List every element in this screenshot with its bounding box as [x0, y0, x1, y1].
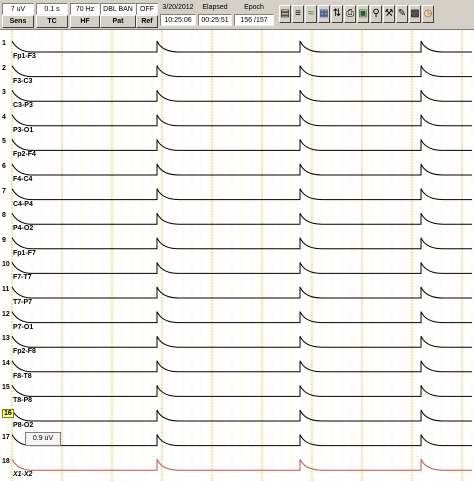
channel-number[interactable]: 2	[2, 65, 6, 72]
channel-number[interactable]: 7	[2, 188, 6, 195]
channel-number[interactable]: 16	[2, 409, 14, 418]
channel-label[interactable]: Fp1-F3	[13, 53, 36, 60]
channel-number[interactable]: 12	[2, 311, 10, 318]
eeg-trace	[11, 188, 472, 201]
channel-number[interactable]: 18	[2, 458, 10, 465]
channel-number[interactable]: 4	[2, 114, 6, 121]
montage-display[interactable]: DBL BAN	[100, 3, 136, 15]
timeconstant-display[interactable]: 0.1 s	[36, 3, 68, 15]
channel-label[interactable]: C3-P3	[13, 102, 33, 109]
channel-label[interactable]: X1-X2	[13, 471, 32, 478]
montage-icon[interactable]: ≡	[292, 5, 304, 23]
channel-label[interactable]: P7-O1	[13, 324, 33, 331]
time-grid	[11, 30, 473, 481]
channel-label[interactable]: Fp2-F8	[13, 348, 36, 355]
elapsed-display: 00:25:51	[198, 14, 232, 26]
channel-labels: 1 Fp1-F3 2 F3-C3 3 C3-P3 4 P3-O1 5 Fp2-F4 6 F4-C4 7 C…	[0, 30, 60, 481]
channel-number[interactable]: 10	[2, 261, 10, 268]
time-display: 10:25:06	[160, 14, 196, 26]
channel-label[interactable]: P8-O2	[13, 422, 33, 429]
channel-number[interactable]: 1	[2, 40, 6, 47]
search-icon[interactable]: ⚲	[370, 5, 382, 23]
elapsed-label: Elapsed	[202, 4, 228, 11]
channel-number[interactable]: 11	[2, 286, 9, 293]
clock-icon[interactable]: ◷	[422, 5, 434, 23]
channel-label[interactable]: C4-P4	[13, 201, 33, 208]
epoch-display[interactable]: 156 /157	[234, 14, 274, 26]
channel-number[interactable]: 5	[2, 138, 6, 145]
eeg-trace	[11, 434, 472, 447]
pat-button[interactable]: Pat	[100, 15, 136, 28]
channel-label[interactable]: F7-T7	[13, 274, 32, 281]
save-icon[interactable]: ▤	[279, 5, 291, 23]
channel-label[interactable]: F8-T8	[13, 373, 32, 380]
notes-icon[interactable]: ✎	[396, 5, 408, 23]
channel-label[interactable]: P4-O2	[13, 225, 33, 232]
eeg-trace	[11, 311, 472, 324]
channel-label[interactable]: T8-P8	[13, 397, 32, 404]
amplitude-tooltip: 0.9 uV	[25, 432, 61, 446]
hf-button[interactable]: HF	[70, 15, 100, 28]
channel-label[interactable]: F3-C3	[13, 78, 32, 85]
highfreq-display[interactable]: 70 Hz	[70, 3, 100, 15]
tools-icon[interactable]: ⚒	[383, 5, 395, 23]
channel-label[interactable]: T7-P7	[13, 299, 32, 306]
grid-icon[interactable]: ▩	[409, 5, 421, 23]
channel-number[interactable]: 17	[2, 434, 10, 441]
sens-button[interactable]: Sens	[2, 15, 34, 28]
ref-display[interactable]: OFF	[136, 3, 158, 15]
date-label: 3/20/2012	[162, 4, 194, 11]
timebase-icon[interactable]: ⇅	[331, 5, 343, 23]
channel-number[interactable]: 6	[2, 163, 6, 170]
epoch-label: Epoch	[244, 4, 264, 11]
channel-number[interactable]: 14	[2, 360, 10, 367]
filter-icon[interactable]: ≈	[305, 5, 317, 23]
sensitivity-display[interactable]: 7 uV	[2, 3, 34, 15]
channel-number[interactable]: 15	[2, 384, 10, 391]
channel-number[interactable]: 8	[2, 212, 6, 219]
channel-label[interactable]: Fp2-F4	[13, 151, 36, 158]
tc-button[interactable]: TC	[36, 15, 68, 28]
print-icon[interactable]: ⎙	[344, 5, 356, 23]
eeg-trace-area[interactable]	[0, 30, 474, 481]
zoom-icon[interactable]: ▣	[357, 5, 369, 23]
channel-number[interactable]: 9	[2, 237, 6, 244]
channel-number[interactable]: 13	[2, 335, 10, 342]
layout-icon[interactable]: ▦	[318, 5, 330, 23]
channel-label[interactable]: P3-O1	[13, 127, 33, 134]
eeg-trace	[11, 65, 472, 78]
toolbar: 7 uV Sens 0.1 s TC 70 Hz HF DBL BAN Pat …	[0, 0, 474, 30]
ref-button[interactable]: Ref	[136, 15, 158, 28]
channel-label[interactable]: F4-C4	[13, 176, 32, 183]
channel-number[interactable]: 3	[2, 89, 6, 96]
channel-label[interactable]: Fp1-F7	[13, 250, 36, 257]
